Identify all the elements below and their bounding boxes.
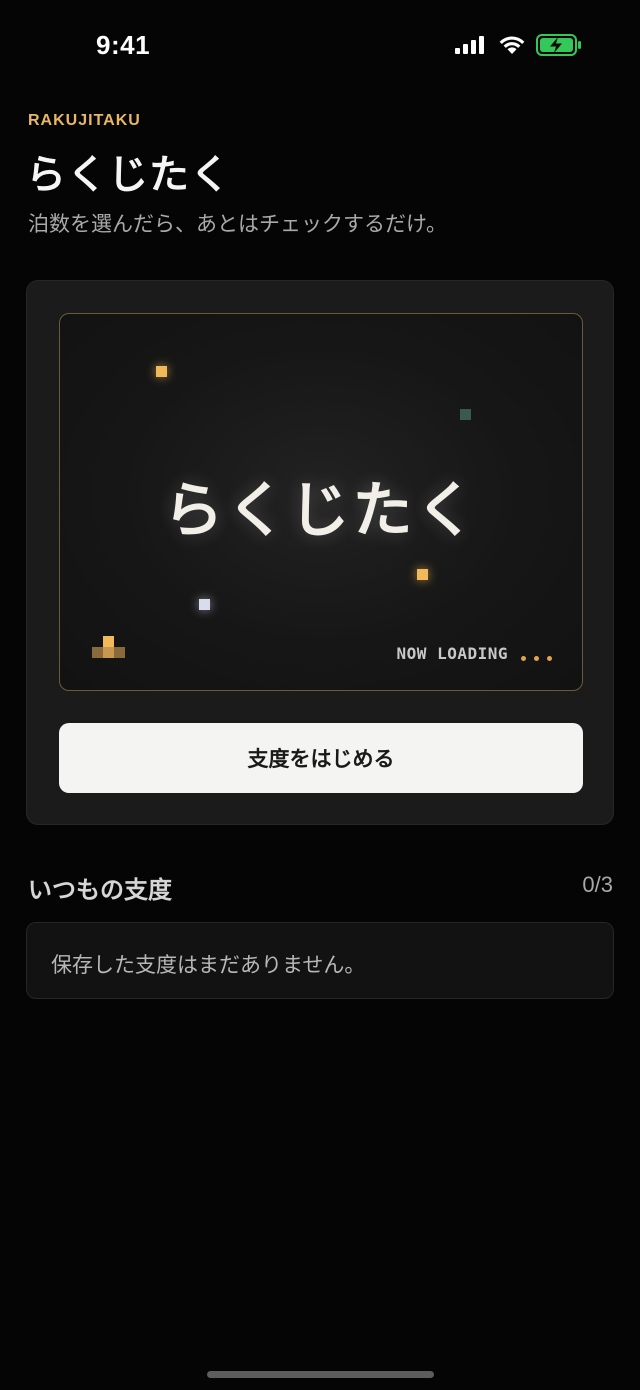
battery-charging-icon — [536, 34, 582, 60]
loading-screen-preview: らくじたく NOW LOADING — [59, 313, 583, 691]
loading-dots-icon — [521, 656, 552, 661]
status-bar: 9:41 — [0, 0, 640, 96]
saved-lists-empty-state: 保存した支度はまだありません。 — [26, 922, 614, 999]
pixel-sparkle-icon — [199, 599, 210, 610]
status-icons — [454, 34, 582, 60]
loading-title: らくじたく — [163, 476, 479, 546]
brand-label: RAKUJITAKU — [28, 112, 141, 129]
wifi-icon — [498, 35, 526, 59]
saved-lists-count: 0/3 — [582, 872, 613, 897]
start-packing-button[interactable]: 支度をはじめる — [59, 723, 583, 793]
pixel-sparkle-icon — [460, 409, 471, 420]
pixel-sparkle-icon — [156, 366, 167, 377]
app-screen: 9:41 RAKUJITAKU らくじたく 泊数を選んだら、あとはチェックするだ… — [0, 0, 640, 1390]
page-title: らくじたく — [26, 152, 231, 198]
page-subtitle: 泊数を選んだら、あとはチェックするだけ。 — [28, 212, 447, 236]
home-indicator[interactable] — [207, 1371, 434, 1378]
empty-state-message: 保存した支度はまだありません。 — [51, 953, 366, 977]
signal-icon — [454, 35, 488, 59]
saved-lists-title: いつもの支度 — [28, 876, 172, 904]
pixel-stack-icon — [92, 636, 128, 660]
now-loading-text: NOW LOADING — [396, 644, 508, 663]
pixel-sparkle-icon — [417, 569, 428, 580]
status-time: 9:41 — [96, 30, 151, 60]
hero-card: らくじたく NOW LOADING 支度をはじめる — [26, 280, 614, 825]
